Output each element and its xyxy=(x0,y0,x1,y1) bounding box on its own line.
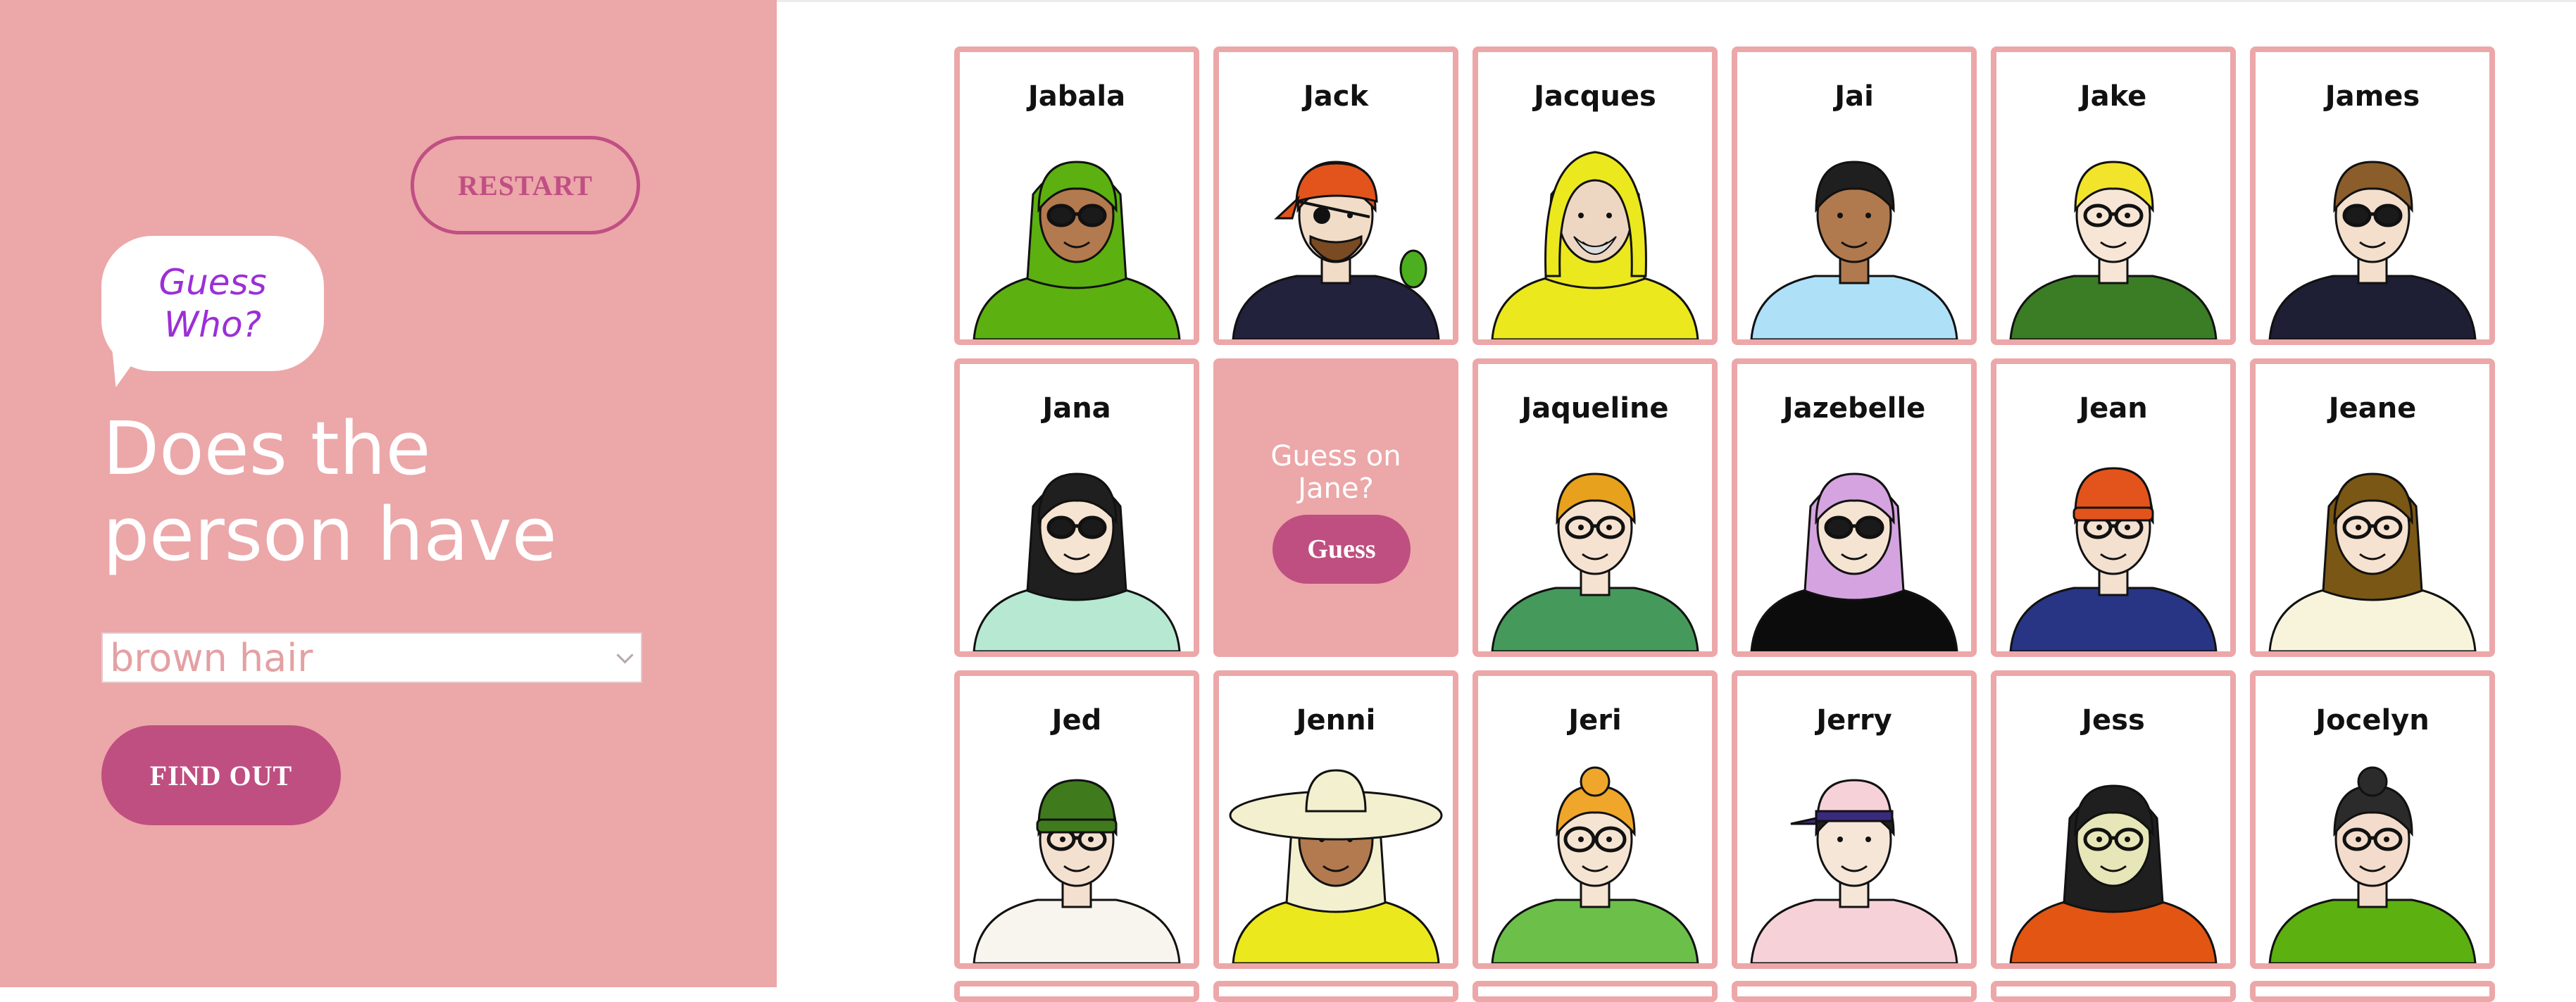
character-name: Jocelyn xyxy=(2315,704,2430,737)
character-name: Jack xyxy=(1303,80,1369,113)
character-card[interactable]: Jocelyn xyxy=(2250,670,2495,969)
character-name: James xyxy=(2325,80,2420,113)
character-card[interactable]: Jai xyxy=(1732,46,1977,345)
character-name: Jake xyxy=(2080,80,2147,113)
character-name: Jerry xyxy=(1816,704,1892,737)
character-card-partial[interactable] xyxy=(1473,981,1718,1002)
guess-card[interactable]: Guess on Jane? Guess xyxy=(1213,358,1458,657)
portrait xyxy=(1232,161,1440,339)
shirt xyxy=(973,898,1181,963)
character-card[interactable]: Jacques xyxy=(1473,46,1718,345)
character-name: Jeri xyxy=(1568,704,1622,737)
question-heading: Does the person have xyxy=(103,406,557,577)
portrait xyxy=(1750,779,1958,963)
portrait xyxy=(2268,161,2477,339)
character-card[interactable]: James xyxy=(2250,46,2495,345)
feature-select[interactable]: brown hair xyxy=(101,632,642,683)
character-card[interactable]: Jack xyxy=(1213,46,1458,345)
character-name: Jana xyxy=(1042,392,1111,425)
feature-select-value: brown hair xyxy=(110,635,313,680)
portrait xyxy=(2268,766,2477,963)
character-card-partial[interactable] xyxy=(1991,981,2236,1002)
control-panel: RESTART Guess Who? Does the person have … xyxy=(0,0,777,987)
character-name: Jean xyxy=(2079,392,2148,425)
character-card-partial[interactable] xyxy=(2250,981,2495,1002)
character-card[interactable]: Jana xyxy=(954,358,1199,657)
portrait xyxy=(973,472,1181,651)
character-name: Jed xyxy=(1051,704,1102,737)
character-name: Jeane xyxy=(2328,392,2417,425)
character-name: Jai xyxy=(1834,80,1874,113)
portrait xyxy=(2268,472,2477,651)
portrait xyxy=(2009,467,2218,651)
restart-button[interactable]: RESTART xyxy=(411,136,640,234)
character-card-partial[interactable] xyxy=(954,981,1199,1002)
shirt xyxy=(1750,275,1958,339)
portrait xyxy=(973,161,1181,339)
character-card[interactable]: Jean xyxy=(1991,358,2236,657)
character-card[interactable]: Jeri xyxy=(1473,670,1718,969)
character-card[interactable]: Jazebelle xyxy=(1732,358,1977,657)
portrait xyxy=(1491,151,1699,339)
shirt xyxy=(2268,898,2477,963)
character-card-partial[interactable] xyxy=(1732,981,1977,1002)
character-card[interactable]: Jeane xyxy=(2250,358,2495,657)
shirt xyxy=(1750,898,1958,963)
portrait xyxy=(1491,472,1699,651)
character-name: Jazebelle xyxy=(1782,392,1926,425)
shirt xyxy=(1491,898,1699,963)
portrait xyxy=(1229,769,1443,963)
character-name: Jaqueline xyxy=(1521,392,1669,425)
guess-prompt: Guess on Jane? xyxy=(1270,440,1401,505)
shirt xyxy=(2009,275,2218,339)
portrait xyxy=(1750,472,1958,651)
shirt xyxy=(2268,275,2477,339)
portrait xyxy=(2009,161,2218,339)
character-card[interactable]: Jake xyxy=(1991,46,2236,345)
shirt xyxy=(1491,587,1699,651)
portrait xyxy=(2009,784,2218,963)
character-name: Jacques xyxy=(1534,80,1656,113)
character-name: Jabala xyxy=(1027,80,1126,113)
board-top-border xyxy=(777,0,2576,2)
character-card[interactable]: Jenni xyxy=(1213,670,1458,969)
character-card[interactable]: Jess xyxy=(1991,670,2236,969)
character-name: Jenni xyxy=(1296,704,1376,737)
character-card[interactable]: Jaqueline xyxy=(1473,358,1718,657)
chevron-down-icon xyxy=(616,646,634,664)
logo-text: Guess Who? xyxy=(158,262,267,345)
portrait xyxy=(1491,766,1699,963)
character-card[interactable]: Jabala xyxy=(954,46,1199,345)
character-card-partial[interactable] xyxy=(1213,981,1458,1002)
find-out-button[interactable]: FIND OUT xyxy=(101,725,341,825)
character-card[interactable]: Jerry xyxy=(1732,670,1977,969)
guess-button[interactable]: Guess xyxy=(1273,515,1411,584)
shirt xyxy=(2009,587,2218,651)
character-name: Jess xyxy=(2082,704,2145,737)
character-card[interactable]: Jed xyxy=(954,670,1199,969)
speech-bubble-tail xyxy=(104,351,142,387)
portrait xyxy=(1750,161,1958,339)
portrait xyxy=(973,779,1181,963)
